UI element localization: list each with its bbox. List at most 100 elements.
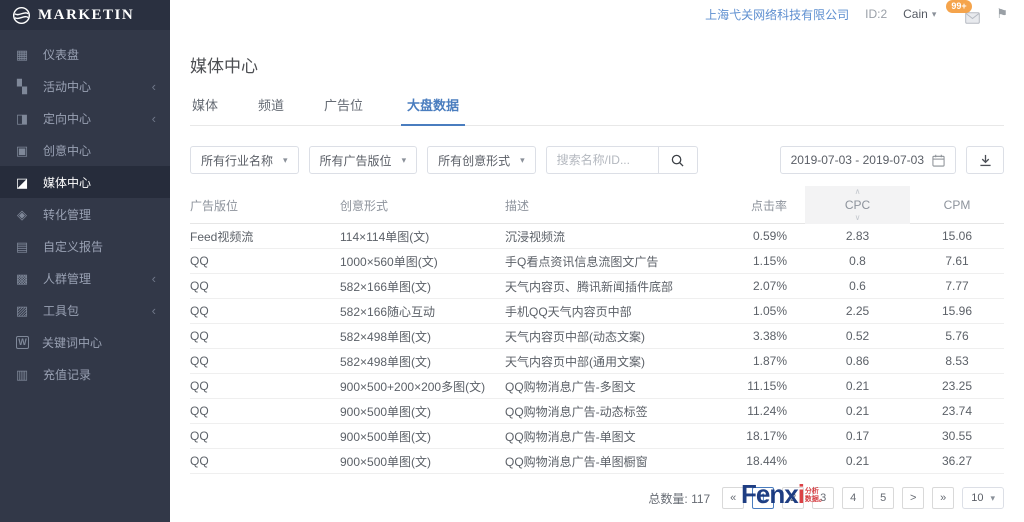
date-range-picker[interactable]: 2019-07-03 - 2019-07-03	[780, 146, 956, 174]
sidebar-item-media-center[interactable]: ◪ 媒体中心	[0, 166, 170, 198]
last-page-button[interactable]: »	[932, 487, 954, 509]
next-page-button[interactable]: >	[902, 487, 924, 509]
download-button[interactable]	[966, 146, 1004, 174]
page-size-value: 10	[971, 492, 983, 504]
download-icon	[979, 154, 992, 167]
search-input[interactable]	[546, 146, 658, 174]
cell-ctr: 11.24%	[720, 404, 805, 418]
tabs-bar: 媒体 频道 广告位 大盘数据	[190, 95, 1004, 126]
account-id: ID:2	[865, 7, 887, 21]
sort-asc-icon[interactable]: ∧	[805, 188, 910, 196]
column-header-cpc[interactable]: ∧ CPC ∨	[805, 186, 910, 224]
sidebar-item-label: 人群管理	[43, 270, 152, 287]
page-button-3[interactable]: 3	[812, 487, 834, 509]
page-button-5[interactable]: 5	[872, 487, 894, 509]
chevron-left-icon: ‹	[152, 303, 156, 318]
cell-ctr: 1.87%	[720, 354, 805, 368]
user-menu[interactable]: Cain ▾	[903, 7, 936, 21]
toolbox-icon: ▨	[14, 304, 30, 317]
main-panel: 媒体中心 媒体 频道 广告位 大盘数据 所有行业名称 ▾ 所有广告版位 ▾ 所有创意形…	[170, 28, 1024, 522]
sort-desc-icon[interactable]: ∨	[805, 214, 910, 222]
page-button-4[interactable]: 4	[842, 487, 864, 509]
column-header-ctr[interactable]: 点击率	[720, 197, 805, 214]
cell-cpm: 23.74	[910, 404, 1004, 418]
cell-ctr: 0.59%	[720, 229, 805, 243]
sidebar-item-recharge-record[interactable]: ▥充值记录	[0, 358, 170, 390]
cell-description: QQ购物消息广告-单图橱窗	[505, 453, 720, 470]
cell-cpm: 7.61	[910, 254, 1004, 268]
sidebar-item-custom-report[interactable]: ▤自定义报告	[0, 230, 170, 262]
sidebar-item-conversion-management[interactable]: ◈转化管理	[0, 198, 170, 230]
sidebar-item-label: 关键词中心	[42, 334, 156, 351]
total-count: 总数量: 117	[648, 490, 710, 507]
targeting-center-icon: ◨	[14, 112, 30, 125]
tab-ad-slot[interactable]: 广告位	[322, 95, 365, 125]
page-buttons: 12345	[752, 487, 894, 509]
app-window: MARKETIN ▦仪表盘▚活动中心‹◨定向中心‹▣创意中心◪媒体中心◈转化管理…	[0, 0, 1024, 522]
sidebar-item-campaign-center[interactable]: ▚活动中心‹	[0, 70, 170, 102]
cell-ad-placement: QQ	[190, 254, 340, 268]
company-name-link[interactable]: 上海弋关网络科技有限公司	[705, 6, 849, 23]
custom-report-icon: ▤	[14, 240, 30, 253]
placement-select[interactable]: 所有广告版位 ▾	[309, 146, 418, 174]
table-row: QQ900×500单图(文)QQ购物消息广告-单图橱窗18.44%0.2136.…	[190, 449, 1004, 474]
page-size-select[interactable]: 10 ▾	[962, 487, 1004, 509]
cell-ad-placement: QQ	[190, 379, 340, 393]
page-button-1[interactable]: 1	[752, 487, 774, 509]
sidebar-item-toolbox[interactable]: ▨工具包‹	[0, 294, 170, 326]
table-row: QQ900×500单图(文)QQ购物消息广告-单图文18.17%0.1730.5…	[190, 424, 1004, 449]
media-center-icon: ◪	[14, 176, 30, 189]
sidebar-item-creative-center[interactable]: ▣创意中心	[0, 134, 170, 166]
cell-creative-format: 900×500单图(文)	[340, 428, 505, 445]
tab-market-data[interactable]: 大盘数据	[401, 95, 465, 126]
filters-bar: 所有行业名称 ▾ 所有广告版位 ▾ 所有创意形式 ▾	[190, 146, 1004, 174]
cell-ad-placement: QQ	[190, 304, 340, 318]
column-header-cpc-label: CPC	[845, 198, 870, 212]
creative-format-select[interactable]: 所有创意形式 ▾	[427, 146, 536, 174]
cell-creative-format: 114×114单图(文)	[340, 228, 505, 245]
cell-description: 天气内容页、腾讯新闻插件底部	[505, 278, 720, 295]
placement-select-value: 所有广告版位	[320, 152, 392, 169]
page-button-2[interactable]: 2	[782, 487, 804, 509]
cell-description: QQ购物消息广告-多图文	[505, 378, 720, 395]
search-button[interactable]	[658, 146, 698, 174]
data-table: 广告版位 创意形式 描述 点击率 ∧ CPC ∨ CPM Feed视频流114×…	[190, 186, 1004, 474]
notification-badge: 99+	[946, 0, 971, 13]
tab-media[interactable]: 媒体	[190, 95, 220, 125]
tab-channel[interactable]: 频道	[256, 95, 286, 125]
table-row: QQ582×498单图(文)天气内容页中部(动态文案)3.38%0.525.76	[190, 324, 1004, 349]
sidebar-item-audience-management[interactable]: ▩人群管理‹	[0, 262, 170, 294]
cell-creative-format: 582×498单图(文)	[340, 328, 505, 345]
sidebar-item-targeting-center[interactable]: ◨定向中心‹	[0, 102, 170, 134]
cell-cpm: 36.27	[910, 454, 1004, 468]
cell-cpc: 2.25	[805, 304, 910, 318]
cell-ctr: 18.44%	[720, 454, 805, 468]
cell-ctr: 1.15%	[720, 254, 805, 268]
column-header-cpm[interactable]: CPM	[910, 198, 1004, 212]
marketin-logo-icon	[12, 6, 31, 25]
flag-icon[interactable]: ⚑	[996, 6, 1008, 22]
cell-cpm: 15.06	[910, 229, 1004, 243]
date-range-value: 2019-07-03 - 2019-07-03	[791, 153, 924, 167]
first-page-button[interactable]: «	[722, 487, 744, 509]
dashboard-icon: ▦	[14, 48, 30, 61]
cell-description: 手机QQ天气内容页中部	[505, 303, 720, 320]
sidebar-item-keyword-center[interactable]: W 关键词中心	[0, 326, 170, 358]
page-title: 媒体中心	[190, 52, 1004, 77]
notifications-button[interactable]: 99+	[952, 4, 980, 24]
keyword-center-icon: W	[16, 336, 29, 349]
sidebar-item-label: 媒体中心	[43, 174, 156, 191]
column-header-description[interactable]: 描述	[505, 197, 720, 214]
cell-ctr: 18.17%	[720, 429, 805, 443]
sidebar: MARKETIN ▦仪表盘▚活动中心‹◨定向中心‹▣创意中心◪媒体中心◈转化管理…	[0, 0, 170, 522]
industry-select[interactable]: 所有行业名称 ▾	[190, 146, 299, 174]
column-header-ad-placement[interactable]: 广告版位	[190, 197, 340, 214]
cell-creative-format: 900×500单图(文)	[340, 403, 505, 420]
search-group	[546, 146, 698, 174]
cell-description: QQ购物消息广告-动态标签	[505, 403, 720, 420]
industry-select-value: 所有行业名称	[201, 152, 273, 169]
cell-creative-format: 900×500+200×200多图(文)	[340, 378, 505, 395]
sidebar-item-dashboard[interactable]: ▦仪表盘	[0, 38, 170, 70]
cell-cpc: 0.6	[805, 279, 910, 293]
column-header-creative-format[interactable]: 创意形式	[340, 197, 505, 214]
